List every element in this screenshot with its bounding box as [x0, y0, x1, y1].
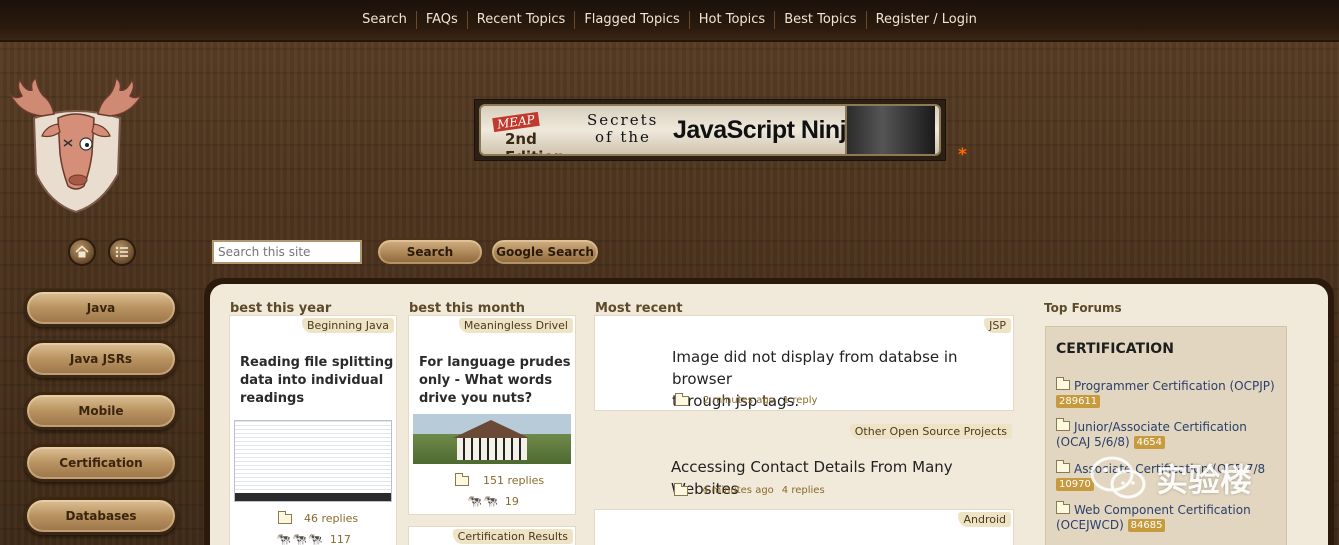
folder-icon: [455, 472, 469, 486]
forum-name[interactable]: Programmer Certification (OCPJP): [1074, 379, 1275, 393]
menu-list-button[interactable]: [108, 238, 136, 266]
topic-title-line: Reading file splitting: [240, 355, 394, 370]
folder-icon: [1056, 418, 1070, 431]
topic-time: 4 minutes ago: [702, 485, 774, 496]
wechat-icon: [1090, 456, 1146, 499]
most-recent-heading: Most recent: [595, 301, 683, 316]
topic-title-line: data into individual: [240, 373, 384, 388]
list-icon: [115, 246, 128, 258]
vote-row: 🐄🐄🐄 117: [276, 532, 351, 545]
cow-icon: 🐄🐄: [467, 494, 499, 508]
nav-flagged-topics[interactable]: Flagged Topics: [574, 11, 688, 29]
home-button[interactable]: [68, 238, 96, 266]
topic-meta: 4 minutes ago 4 replies: [674, 482, 825, 496]
ad-banner[interactable]: MEAP 2nd Edition Secrets of the JavaScri…: [474, 99, 946, 161]
forum-item[interactable]: Junior/Associate Certification (OCAJ 5/6…: [1056, 418, 1282, 450]
topic-title-line: only - What words: [419, 373, 553, 388]
top-forums-box: CERTIFICATION Programmer Certification (…: [1045, 326, 1287, 545]
reply-row: 46 replies: [278, 510, 358, 525]
secrets-label: Secrets of the: [587, 112, 658, 146]
reply-row: 151 replies: [455, 472, 544, 487]
top-forums-heading: Top Forums: [1044, 301, 1122, 315]
top-nav: Search FAQs Recent Topics Flagged Topics…: [0, 0, 1339, 42]
topic-thumbnail[interactable]: [234, 420, 392, 502]
nav-hot-topics[interactable]: Hot Topics: [688, 11, 774, 29]
forum-category-heading: CERTIFICATION: [1056, 341, 1174, 357]
forum-tag[interactable]: Android: [958, 512, 1011, 527]
reply-count[interactable]: 151 replies: [483, 474, 544, 487]
banner-title: JavaScript Ninja: [673, 116, 860, 144]
topic-thumbnail[interactable]: [413, 414, 571, 464]
reply-count[interactable]: 46 replies: [304, 512, 358, 525]
moose-logo-icon: [9, 76, 143, 214]
best-this-year-heading: best this year: [230, 301, 332, 316]
sidebar-item-databases[interactable]: Databases: [24, 497, 178, 535]
forum-tag[interactable]: Meaningless Drivel: [458, 318, 573, 333]
sidebar-item-java-jsrs[interactable]: Java JSRs: [24, 340, 178, 378]
sidebar-item-mobile[interactable]: Mobile: [24, 392, 178, 430]
secrets-line-1: Secrets: [587, 111, 659, 129]
post-count-badge: 4654: [1133, 436, 1166, 449]
watermark: 实验楼: [1088, 450, 1298, 506]
nav-search[interactable]: Search: [353, 11, 416, 29]
folder-icon: [1056, 377, 1070, 390]
folder-icon: [278, 510, 292, 524]
folder-icon: [675, 392, 689, 406]
best-month-card[interactable]: Meaningless Drivel For language prudes o…: [408, 315, 576, 515]
forum-item[interactable]: Programmer Certification (OCPJP) 289611: [1056, 377, 1282, 409]
folder-icon: [1056, 460, 1070, 473]
vote-count: 117: [329, 532, 351, 545]
nav-faqs[interactable]: FAQs: [415, 11, 467, 29]
post-count-badge: 84685: [1127, 519, 1166, 532]
topic-time: 2 minutes ago: [703, 395, 775, 406]
topic-title[interactable]: For language prudes only - What words dr…: [419, 354, 571, 408]
topic-title-line: readings: [240, 391, 305, 406]
secrets-line-2: of the: [595, 128, 651, 146]
vote-count: 19: [504, 494, 519, 508]
best-month-card-2[interactable]: Certification Results: [408, 526, 576, 545]
forum-tag[interactable]: JSP: [984, 318, 1011, 333]
topic-meta: 2 minutes ago 1 reply: [675, 392, 818, 406]
forum-tag[interactable]: Other Open Source Projects: [849, 424, 1012, 439]
nav-best-topics[interactable]: Best Topics: [774, 11, 865, 29]
home-icon: [75, 245, 89, 258]
reply-count[interactable]: 1 reply: [783, 395, 818, 406]
sidebar-item-java[interactable]: Java: [24, 289, 178, 327]
recent-topic-card[interactable]: Android: [594, 509, 1014, 545]
ad-banner-image: MEAP 2nd Edition Secrets of the JavaScri…: [479, 104, 941, 156]
best-this-month-heading: best this month: [409, 301, 525, 316]
sidebar-item-certification[interactable]: Certification: [24, 444, 178, 482]
recent-topic-card[interactable]: Other Open Source Projects Accessing Con…: [594, 420, 1014, 500]
nav-recent-topics[interactable]: Recent Topics: [466, 11, 575, 29]
folder-icon: [1056, 501, 1070, 514]
nav-register-login[interactable]: Register / Login: [865, 11, 986, 29]
site-search-input[interactable]: [212, 240, 362, 264]
folder-icon: [674, 482, 688, 496]
ad-info-asterisk[interactable]: *: [958, 145, 967, 165]
recent-topic-card[interactable]: JSP Image did not display from databse i…: [594, 315, 1014, 411]
post-count-badge: 289611: [1056, 395, 1101, 408]
vote-row: 🐄🐄 19: [467, 494, 519, 508]
watermark-text: 实验楼: [1156, 461, 1253, 499]
topic-title-line: drive you nuts?: [419, 391, 533, 406]
edition-label: 2nd Edition: [505, 130, 564, 154]
search-button[interactable]: Search: [376, 238, 484, 266]
google-search-button[interactable]: Google Search: [490, 238, 600, 266]
topic-title[interactable]: Reading file splitting data into individ…: [240, 354, 393, 408]
meap-badge: MEAP 2nd Edition: [492, 111, 581, 154]
forum-tag[interactable]: Certification Results: [452, 529, 573, 544]
cow-icon: 🐄🐄🐄: [276, 532, 324, 545]
samurai-illustration: [845, 106, 935, 154]
forum-item[interactable]: Web Component Certification (OCEJWCD) 84…: [1056, 501, 1282, 533]
forum-tag[interactable]: Beginning Java: [301, 318, 394, 333]
topic-title-line: Image did not display from databse in br…: [672, 348, 958, 388]
site-logo[interactable]: [2, 74, 150, 216]
topic-title-line: For language prudes: [419, 355, 571, 370]
reply-count[interactable]: 4 replies: [782, 485, 825, 496]
best-year-card[interactable]: Beginning Java Reading file splitting da…: [229, 315, 397, 545]
